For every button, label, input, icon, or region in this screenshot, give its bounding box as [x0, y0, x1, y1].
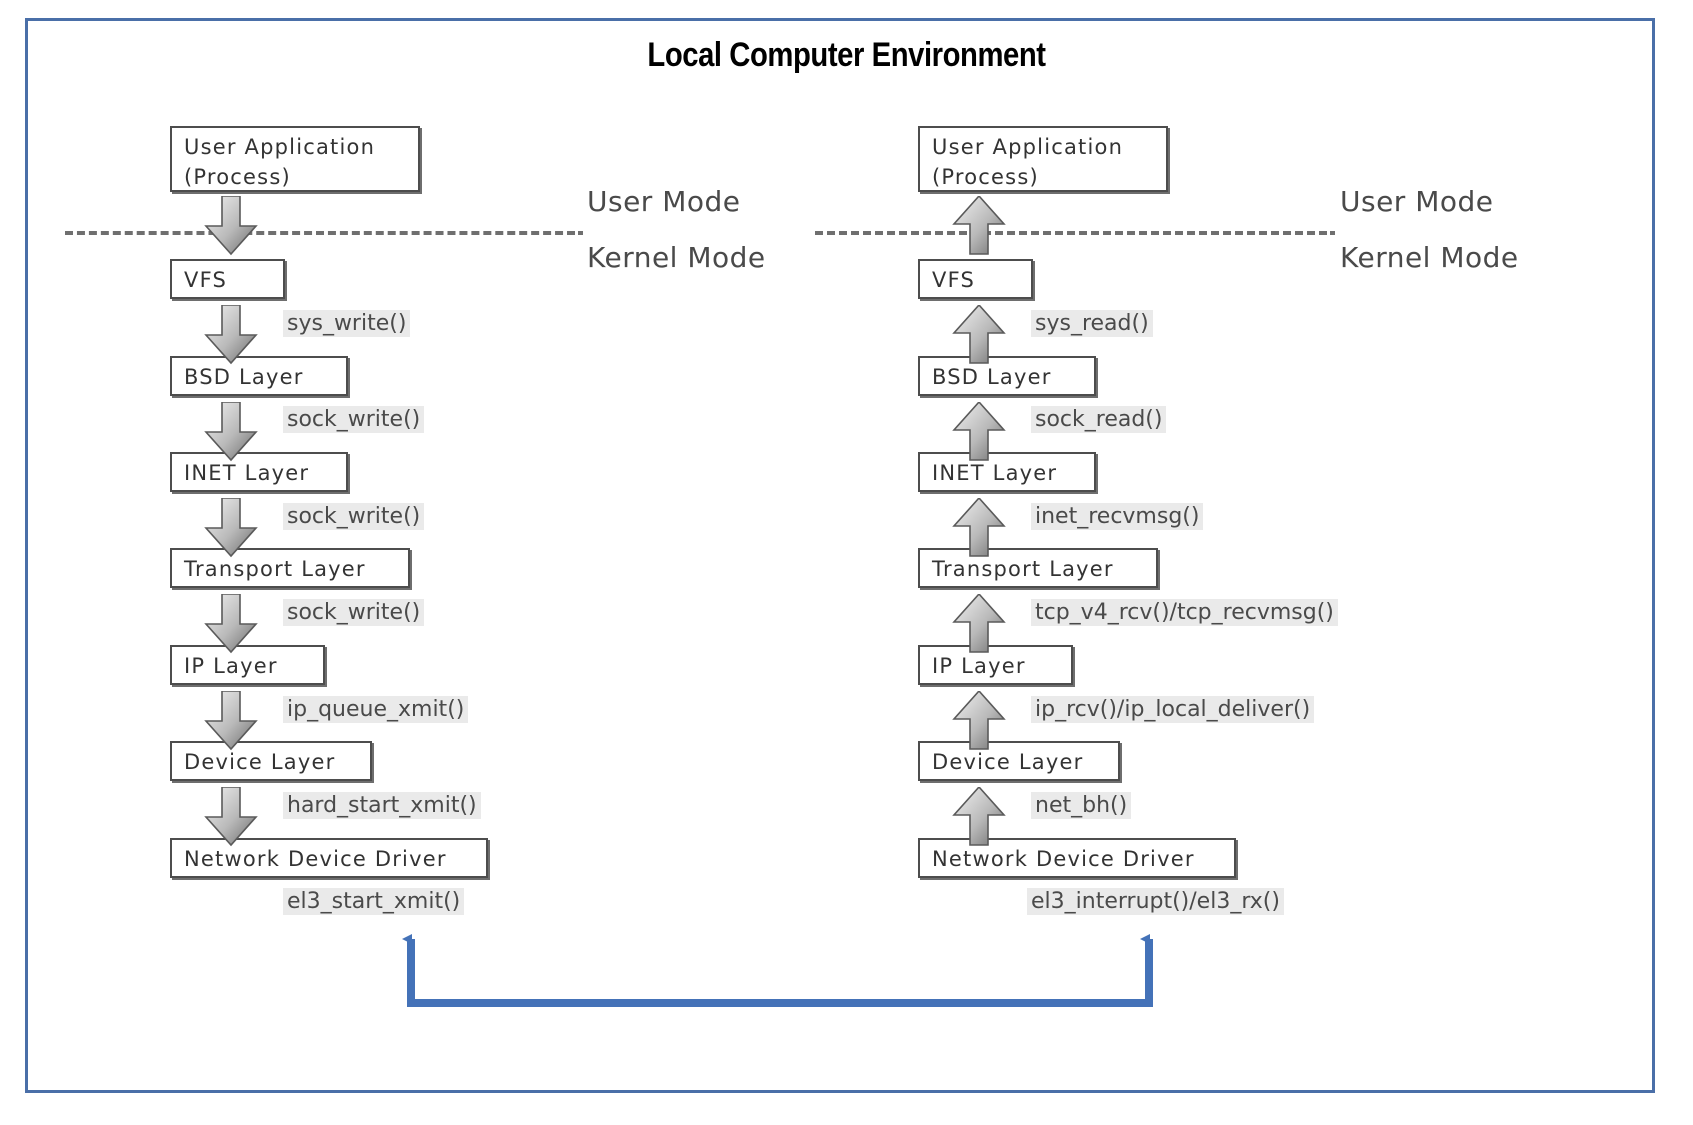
- mode-divider-right-dot: [1330, 231, 1335, 235]
- network-loopback-connector: [380, 925, 1180, 1015]
- arrow-down-icon: [203, 691, 259, 751]
- kernel-mode-label-right: Kernel Mode: [1340, 241, 1519, 274]
- function-call-label: sys_write(): [283, 310, 411, 337]
- function-call-label: sock_write(): [283, 599, 425, 626]
- arrow-up-icon: [951, 691, 1007, 751]
- function-call-label: hard_start_xmit(): [283, 792, 481, 819]
- arrow-down-icon: [203, 787, 259, 847]
- function-call-label: tcp_v4_rcv()/tcp_recvmsg(): [1031, 599, 1338, 626]
- layer-box: BSD Layer: [918, 356, 1096, 396]
- mode-divider-right: [815, 231, 1327, 235]
- arrow-up-icon: [951, 196, 1007, 256]
- arrow-up-icon: [951, 787, 1007, 847]
- driver-function-label: el3_interrupt()/el3_rx(): [1027, 888, 1284, 915]
- diagram-title: Local Computer Environment: [647, 36, 1046, 74]
- arrow-up-icon: [951, 402, 1007, 462]
- layer-box: User Application (Process): [170, 126, 420, 192]
- arrow-down-icon: [203, 196, 259, 256]
- diagram-canvas: Local Computer Environment User Mode Ker…: [0, 0, 1693, 1125]
- function-call-label: sock_write(): [283, 406, 425, 433]
- arrow-up-icon: [951, 305, 1007, 365]
- function-call-label: inet_recvmsg(): [1031, 503, 1204, 530]
- layer-box: INET Layer: [918, 452, 1096, 492]
- function-call-label: sock_write(): [283, 503, 425, 530]
- arrow-down-icon: [203, 305, 259, 365]
- layer-box: Device Layer: [170, 741, 372, 781]
- layer-box: INET Layer: [170, 452, 348, 492]
- arrow-down-icon: [203, 594, 259, 654]
- mode-divider-left-dot: [578, 231, 583, 235]
- function-call-label: ip_rcv()/ip_local_deliver(): [1031, 696, 1315, 723]
- arrow-up-icon: [951, 498, 1007, 558]
- layer-box: Device Layer: [918, 741, 1120, 781]
- arrow-down-icon: [203, 498, 259, 558]
- function-call-label: ip_queue_xmit(): [283, 696, 469, 723]
- user-mode-label-left: User Mode: [587, 185, 741, 218]
- arrow-down-icon: [203, 402, 259, 462]
- layer-box: VFS: [170, 259, 285, 299]
- function-call-label: sys_read(): [1031, 310, 1153, 337]
- layer-box: BSD Layer: [170, 356, 348, 396]
- mode-divider-left: [65, 231, 575, 235]
- user-mode-label-right: User Mode: [1340, 185, 1494, 218]
- function-call-label: sock_read(): [1031, 406, 1167, 433]
- function-call-label: net_bh(): [1031, 792, 1132, 819]
- driver-function-label: el3_start_xmit(): [283, 888, 465, 915]
- layer-box: User Application (Process): [918, 126, 1168, 192]
- kernel-mode-label-left: Kernel Mode: [587, 241, 766, 274]
- layer-box: VFS: [918, 259, 1033, 299]
- arrow-up-icon: [951, 594, 1007, 654]
